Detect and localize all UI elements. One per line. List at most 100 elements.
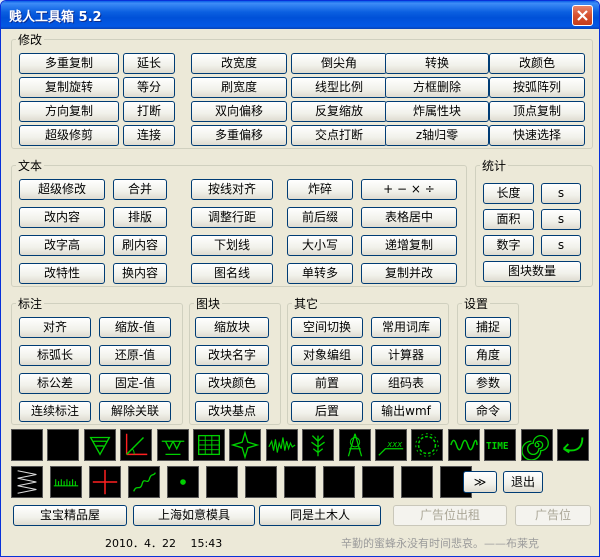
modify-button[interactable]: 快速选择 (489, 125, 585, 146)
block-button[interactable]: 缩放块 (195, 317, 269, 338)
text-button[interactable]: 换内容 (113, 263, 167, 284)
modify-button[interactable]: 连接 (123, 125, 175, 146)
text-button[interactable]: 前后缀 (287, 207, 353, 228)
tool-button[interactable] (83, 429, 116, 461)
modify-button[interactable]: 多重偏移 (191, 125, 287, 146)
modify-button[interactable]: 等分 (123, 77, 175, 98)
tool-button[interactable] (401, 466, 433, 498)
modify-button[interactable]: 线型比例 (291, 77, 387, 98)
modify-button[interactable]: 刷宽度 (191, 77, 287, 98)
modify-button[interactable]: 复制旋转 (19, 77, 119, 98)
text-button[interactable]: 超级修改 (19, 179, 105, 200)
dimension-button[interactable]: 还原-值 (99, 345, 171, 366)
modify-button[interactable]: 方向复制 (19, 101, 119, 122)
tool-button[interactable] (128, 466, 160, 498)
tool-button[interactable] (447, 429, 480, 461)
close-button[interactable] (572, 5, 593, 26)
link-button[interactable]: 同是土木人 (259, 505, 381, 526)
modify-button[interactable]: 倒尖角 (291, 53, 387, 74)
tool-button[interactable] (520, 429, 553, 461)
tool-button[interactable] (302, 429, 335, 461)
text-button[interactable]: 调整行距 (191, 207, 273, 228)
dimension-button[interactable]: 连续标注 (19, 401, 91, 422)
dimension-button[interactable]: 标弧长 (19, 345, 91, 366)
text-button[interactable]: 按线对齐 (191, 179, 273, 200)
dimension-button[interactable]: 标公差 (19, 373, 91, 394)
other-button[interactable]: 常用词库 (371, 317, 441, 338)
link-button[interactable]: 上海如意模具 (133, 505, 255, 526)
link-button[interactable]: 广告位 (515, 505, 591, 526)
exit-button[interactable]: 退出 (503, 471, 543, 493)
modify-button[interactable]: 顶点复制 (489, 101, 585, 122)
link-button[interactable]: 广告位出租 (393, 505, 507, 526)
tool-button[interactable] (411, 429, 444, 461)
text-button[interactable]: 图名线 (191, 263, 273, 284)
link-button[interactable]: 宝宝精品屋 (13, 505, 127, 526)
number-s-button[interactable]: s (541, 235, 581, 256)
tool-button[interactable] (47, 429, 80, 461)
modify-button[interactable]: 方框删除 (385, 77, 489, 98)
tool-button[interactable] (338, 429, 371, 461)
settings-button[interactable]: 命令 (465, 401, 511, 422)
modify-button[interactable]: 改颜色 (489, 53, 585, 74)
tool-button[interactable]: xxx (375, 429, 407, 461)
modify-button[interactable]: 超级修剪 (19, 125, 119, 146)
tool-button[interactable] (362, 466, 394, 498)
tool-button[interactable]: TIME (484, 429, 517, 461)
length-button[interactable]: 长度 (483, 183, 534, 204)
other-button[interactable]: 对象编组 (291, 345, 363, 366)
more-button[interactable]: ≫ (463, 471, 497, 493)
tool-button[interactable] (206, 466, 238, 498)
title-bar[interactable]: 贱人工具箱 5.2 (1, 1, 599, 29)
tool-button[interactable] (229, 429, 262, 461)
tool-button[interactable] (11, 429, 43, 461)
other-button[interactable]: 计算器 (371, 345, 441, 366)
modify-button[interactable]: 改宽度 (191, 53, 287, 74)
tool-button[interactable] (167, 466, 199, 498)
tool-button[interactable] (557, 429, 589, 461)
dimension-button[interactable]: 解除关联 (99, 401, 171, 422)
tool-button[interactable] (50, 466, 82, 498)
tool-button[interactable] (284, 466, 316, 498)
other-button[interactable]: 组码表 (371, 373, 441, 394)
text-button[interactable]: 表格居中 (361, 207, 457, 228)
other-button[interactable]: 输出wmf (371, 401, 441, 422)
text-button[interactable]: 复制并改 (361, 263, 457, 284)
block-count-button[interactable]: 图块数量 (483, 261, 581, 282)
modify-button[interactable]: z轴归零 (385, 125, 489, 146)
number-button[interactable]: 数字 (483, 235, 534, 256)
text-button[interactable]: + − × ÷ (361, 179, 457, 200)
text-button[interactable]: 改特性 (19, 263, 105, 284)
tool-button[interactable] (193, 429, 225, 461)
modify-button[interactable]: 按弧阵列 (489, 77, 585, 98)
other-button[interactable]: 空间切换 (291, 317, 363, 338)
area-s-button[interactable]: s (541, 209, 581, 230)
block-button[interactable]: 改块基点 (195, 401, 269, 422)
modify-button[interactable]: 双向偏移 (191, 101, 287, 122)
tool-button[interactable] (120, 429, 153, 461)
area-button[interactable]: 面积 (483, 209, 534, 230)
settings-button[interactable]: 参数 (465, 373, 511, 394)
other-button[interactable]: 前置 (291, 373, 363, 394)
modify-button[interactable]: 炸属性块 (385, 101, 489, 122)
text-button[interactable]: 单转多 (287, 263, 353, 284)
text-button[interactable]: 递增复制 (361, 235, 457, 256)
settings-button[interactable]: 捕捉 (465, 317, 511, 338)
modify-button[interactable]: 交点打断 (291, 125, 387, 146)
text-button[interactable]: 排版 (113, 207, 167, 228)
text-button[interactable]: 炸碎 (287, 179, 353, 200)
dimension-button[interactable]: 缩放-值 (99, 317, 171, 338)
other-button[interactable]: 后置 (291, 401, 363, 422)
tool-button[interactable] (11, 466, 43, 498)
length-s-button[interactable]: s (541, 183, 581, 204)
tool-button[interactable] (245, 466, 277, 498)
modify-button[interactable]: 反复缩放 (291, 101, 387, 122)
modify-button[interactable]: 转换 (385, 53, 489, 74)
tool-button[interactable] (89, 466, 121, 498)
dimension-button[interactable]: 对齐 (19, 317, 91, 338)
tool-button[interactable] (265, 429, 298, 461)
text-button[interactable]: 改内容 (19, 207, 105, 228)
text-button[interactable]: 下划线 (191, 235, 273, 256)
text-button[interactable]: 刷内容 (113, 235, 167, 256)
text-button[interactable]: 改字高 (19, 235, 105, 256)
